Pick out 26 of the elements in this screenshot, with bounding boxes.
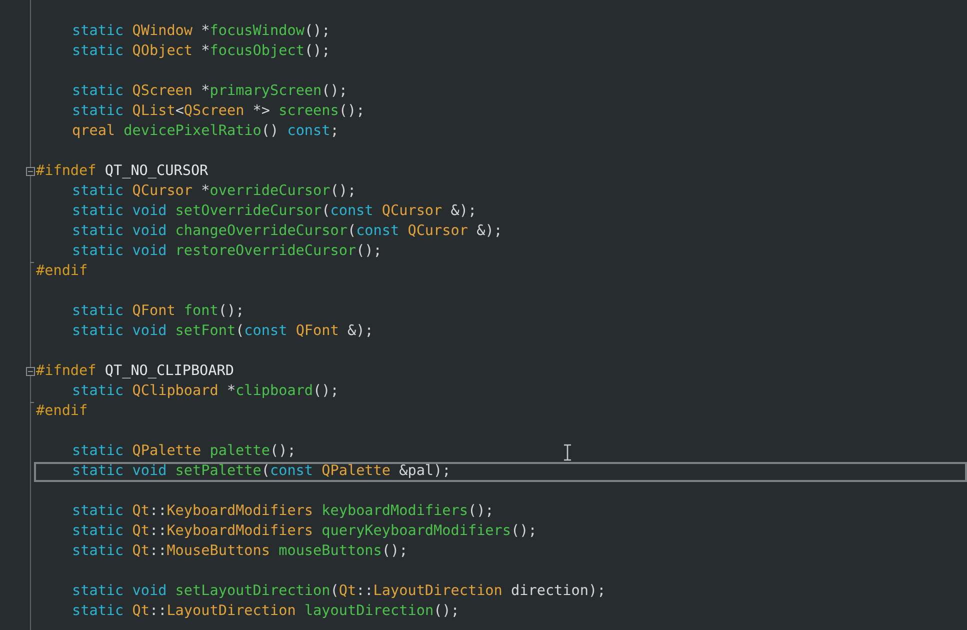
code-line: #ifndef QT_NO_CLIPBOARD	[36, 362, 234, 382]
code-line: static Qt::KeyboardModifiers keyboardModifiers();	[72, 502, 494, 522]
code-line: static QPalette palette();	[72, 442, 296, 462]
fold-toggle-icon[interactable]	[26, 167, 35, 176]
code-line: static Qt::KeyboardModifiers queryKeyboardModifiers();	[72, 522, 537, 542]
code-line: qreal devicePixelRatio() const;	[72, 122, 339, 142]
code-line: #endif	[36, 402, 88, 422]
code-line: static QFont font();	[72, 302, 244, 322]
code-line: #endif	[36, 262, 88, 282]
code-line: static QCursor *overrideCursor();	[72, 182, 356, 202]
fold-toggle-icon[interactable]	[26, 367, 35, 376]
code-line: static void setOverrideCursor(const QCursor &);	[72, 202, 477, 222]
code-line: static void setFont(const QFont &);	[72, 322, 374, 342]
code-line: static QObject *focusObject();	[72, 42, 330, 62]
code-line: static QList<QScreen *> screens();	[72, 102, 365, 122]
code-line: static QWindow *focusWindow();	[72, 22, 330, 42]
code-line: static void changeOverrideCursor(const QCursor &);	[72, 222, 502, 242]
code-line: #ifndef QT_NO_CURSOR	[36, 162, 208, 182]
code-line: static Qt::LayoutDirection layoutDirection();	[72, 602, 460, 622]
code-line: static QClipboard *clipboard();	[72, 382, 339, 402]
code-line: static Qt::MouseButtons mouseButtons();	[72, 542, 408, 562]
code-line: static void restoreOverrideCursor();	[72, 242, 382, 262]
code-line: static void setPalette(const QPalette &pal);	[72, 462, 451, 482]
text-cursor-icon	[563, 444, 572, 461]
code-line: static void setLayoutDirection(Qt::LayoutDirection direction);	[72, 582, 606, 602]
code-line: static QScreen *primaryScreen();	[72, 82, 348, 102]
